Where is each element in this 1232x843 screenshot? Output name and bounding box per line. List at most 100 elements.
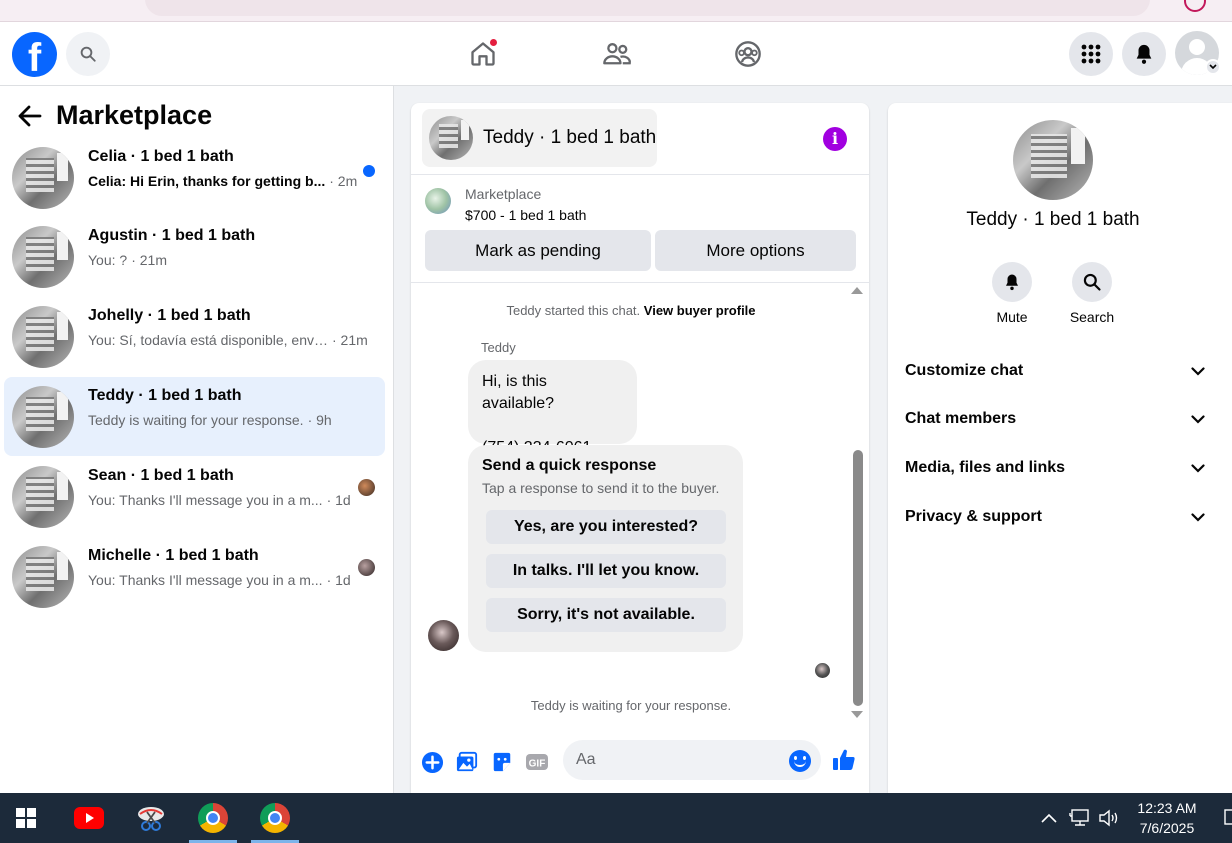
conversation-item[interactable]: Michelle · 1 bed 1 bath You: Thanks I'll… xyxy=(4,537,385,616)
taskbar-youtube[interactable] xyxy=(63,793,115,843)
section-media-files-links[interactable]: Media, files and links xyxy=(905,456,1205,480)
section-customize-chat[interactable]: Customize chat xyxy=(905,359,1205,383)
browser-address-bar[interactable] xyxy=(145,0,1150,16)
conversation-item[interactable]: Agustin · 1 bed 1 bath You: ? · 21m xyxy=(4,217,385,296)
buyer-avatar xyxy=(428,620,459,651)
photo-icon[interactable] xyxy=(455,750,479,774)
quick-response-button[interactable]: Yes, are you interested? xyxy=(486,510,726,544)
chrome-icon xyxy=(198,803,228,833)
sender-name: Teddy xyxy=(481,340,516,355)
network-icon xyxy=(1069,809,1089,826)
message-thread[interactable]: Teddy started this chat. View buyer prof… xyxy=(411,283,869,723)
tray-volume[interactable] xyxy=(1098,793,1122,843)
chat-details-panel: Teddy · 1 bed 1 bath Mute Search Customi… xyxy=(888,103,1232,793)
emoji-icon[interactable] xyxy=(789,750,811,772)
quick-response-subtitle: Tap a response to send it to the buyer. xyxy=(482,480,720,496)
start-button[interactable] xyxy=(0,793,52,843)
gif-icon[interactable]: GIF xyxy=(525,750,549,774)
account-button[interactable] xyxy=(1175,31,1221,77)
like-icon[interactable] xyxy=(832,748,856,772)
bell-icon xyxy=(992,262,1032,302)
seen-avatar xyxy=(358,479,375,496)
section-label: Media, files and links xyxy=(905,459,1066,476)
section-chat-members[interactable]: Chat members xyxy=(905,407,1205,431)
preview-time: · 1d xyxy=(326,492,351,508)
listing-thumbnail xyxy=(12,386,74,448)
conversation-item[interactable]: Johelly · 1 bed 1 bath You: Sí, todavía … xyxy=(4,297,385,376)
conversation-name: Teddy · 1 bed 1 bath xyxy=(88,387,242,404)
chat-header: Teddy · 1 bed 1 bath i xyxy=(411,103,869,175)
svg-text:GIF: GIF xyxy=(529,759,546,770)
conversation-list-panel: Marketplace Celia · 1 bed 1 bath Celia: … xyxy=(0,86,394,793)
scrollbar-thumb[interactable] xyxy=(853,450,863,706)
listing-price: $700 - 1 bed 1 bath xyxy=(465,207,587,223)
message-input[interactable] xyxy=(563,740,821,780)
conversation-item[interactable]: Celia · 1 bed 1 bath Celia: Hi Erin, tha… xyxy=(4,138,385,217)
taskbar-app[interactable] xyxy=(125,793,177,843)
chat-panel: Teddy · 1 bed 1 bath i Marketplace $700 … xyxy=(411,103,869,793)
browser-profile-icon[interactable] xyxy=(1184,0,1206,12)
snipping-tool-icon xyxy=(138,807,164,831)
quick-response-button[interactable]: Sorry, it's not available. xyxy=(486,598,726,632)
message-line: Hi, is this available? xyxy=(482,373,555,412)
search-icon xyxy=(1072,262,1112,302)
section-privacy-support[interactable]: Privacy & support xyxy=(905,505,1205,529)
facebook-logo[interactable]: f xyxy=(12,32,57,77)
tray-network[interactable] xyxy=(1069,793,1091,843)
back-arrow-icon[interactable] xyxy=(18,105,42,127)
sticker-icon[interactable] xyxy=(490,750,514,774)
nav-groups[interactable] xyxy=(728,36,768,72)
notification-center[interactable] xyxy=(1222,793,1232,843)
conversation-name: Celia · 1 bed 1 bath xyxy=(88,148,234,165)
unread-indicator xyxy=(363,165,375,177)
nav-home[interactable] xyxy=(463,36,503,72)
bell-icon xyxy=(1136,44,1152,64)
conversation-name: Michelle · 1 bed 1 bath xyxy=(88,547,259,564)
search-button[interactable] xyxy=(66,32,110,76)
chat-started-text: Teddy started this chat. xyxy=(506,303,641,318)
notification-dot xyxy=(489,38,498,47)
search-chat-button[interactable]: Search xyxy=(1062,262,1122,325)
browser-chrome-strip xyxy=(0,0,1232,22)
windows-icon xyxy=(16,808,36,828)
scroll-up-arrow[interactable] xyxy=(851,287,863,294)
listing-summary: Marketplace $700 - 1 bed 1 bath Mark as … xyxy=(411,175,869,283)
scroll-down-arrow[interactable] xyxy=(851,711,863,718)
conversation-item[interactable]: Sean · 1 bed 1 bath You: Thanks I'll mes… xyxy=(4,457,385,536)
chevron-down-icon xyxy=(1191,463,1205,473)
quick-response-button[interactable]: In talks. I'll let you know. xyxy=(486,554,726,588)
menu-button[interactable] xyxy=(1069,32,1113,76)
clock-time: 12:23 AM xyxy=(1137,800,1197,816)
mark-as-pending-button[interactable]: Mark as pending xyxy=(425,230,651,271)
preview-time: · 9h xyxy=(307,412,332,428)
info-icon[interactable]: i xyxy=(823,127,847,151)
preview-time: · 21m xyxy=(332,332,368,348)
seen-avatar xyxy=(358,559,375,576)
tray-show-hidden[interactable] xyxy=(1040,793,1058,843)
conversation-preview: You: Sí, todavía está disponible, enví..… xyxy=(88,332,368,348)
view-buyer-profile-link[interactable]: View buyer profile xyxy=(644,303,756,318)
listing-thumbnail xyxy=(12,546,74,608)
taskbar: 12:23 AM 7/6/2025 xyxy=(0,793,1232,843)
listing-thumbnail xyxy=(12,306,74,368)
notification-center-icon xyxy=(1224,809,1232,825)
mute-button[interactable]: Mute xyxy=(982,262,1042,325)
groups-icon xyxy=(735,41,761,67)
notifications-button[interactable] xyxy=(1122,32,1166,76)
conversation-item-active[interactable]: Teddy · 1 bed 1 bath Teddy is waiting fo… xyxy=(4,377,385,456)
taskbar-clock[interactable]: 12:23 AM 7/6/2025 xyxy=(1132,798,1202,838)
chevron-down-icon xyxy=(1205,59,1221,75)
taskbar-chrome[interactable] xyxy=(187,793,239,843)
preview-text: You: Thanks I'll message you in a m... xyxy=(88,572,323,588)
more-options-button[interactable]: More options xyxy=(655,230,856,271)
listing-thumbnail xyxy=(12,226,74,288)
taskbar-chrome-profile[interactable] xyxy=(249,793,301,843)
plus-icon[interactable] xyxy=(420,750,444,774)
mute-label: Mute xyxy=(996,309,1028,325)
listing-thumbnail xyxy=(429,116,473,160)
chat-title-button[interactable]: Teddy · 1 bed 1 bath xyxy=(422,109,657,167)
chevron-up-icon xyxy=(1041,813,1057,823)
nav-friends[interactable] xyxy=(597,36,637,72)
conversation-preview: You: Thanks I'll message you in a m... ·… xyxy=(88,492,351,508)
search-label: Search xyxy=(1069,309,1115,325)
